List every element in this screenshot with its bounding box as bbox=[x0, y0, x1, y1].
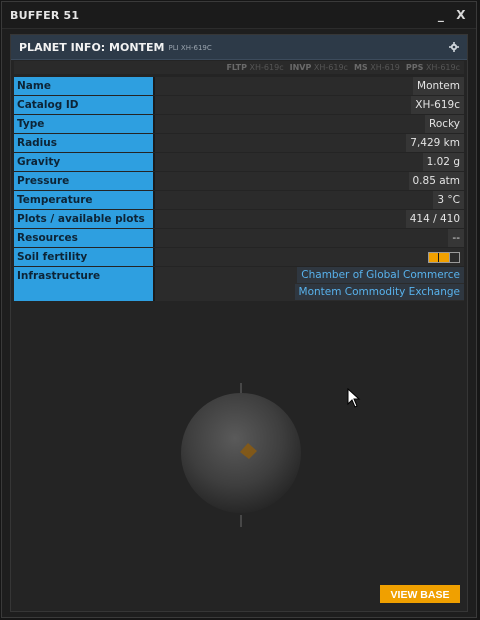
planet-view[interactable] bbox=[11, 303, 467, 593]
panel-header: PLANET INFO: MONTEM PLI XH-619C bbox=[11, 35, 467, 60]
cmd-pps[interactable]: PPS XH-619c bbox=[406, 63, 460, 72]
row-value: Montem bbox=[413, 77, 464, 95]
row-value: -- bbox=[448, 229, 464, 247]
row-value: Rocky bbox=[425, 115, 464, 133]
buffer-window: BUFFER 51 _ X PLANET INFO: MONTEM PLI XH… bbox=[1, 1, 477, 618]
row-label: Soil fertility bbox=[14, 248, 155, 266]
planet-info-panel: PLANET INFO: MONTEM PLI XH-619C FLTP XH-… bbox=[10, 34, 468, 612]
row-label: Name bbox=[14, 77, 155, 95]
row-name: Name Montem bbox=[14, 77, 464, 95]
command-bar: FLTP XH-619c INVP XH-619c MS XH-619 PPS … bbox=[14, 61, 464, 74]
window-title: BUFFER 51 bbox=[10, 8, 80, 22]
row-resources: Resources -- bbox=[14, 229, 464, 247]
panel-title: PLANET INFO: MONTEM bbox=[19, 40, 165, 54]
row-label: Gravity bbox=[14, 153, 155, 171]
row-label: Infrastructure bbox=[14, 267, 155, 301]
window-titlebar[interactable]: BUFFER 51 _ X bbox=[2, 2, 476, 29]
mouse-cursor-icon bbox=[347, 388, 361, 408]
minimize-button[interactable]: _ bbox=[434, 8, 448, 22]
row-label: Temperature bbox=[14, 191, 155, 209]
row-radius: Radius 7,429 km bbox=[14, 134, 464, 152]
view-base-button[interactable]: VIEW BASE bbox=[380, 585, 460, 603]
row-type: Type Rocky bbox=[14, 115, 464, 133]
cmd-fltp[interactable]: FLTP XH-619c bbox=[226, 63, 283, 72]
row-infrastructure: Infrastructure Chamber of Global Commerc… bbox=[14, 267, 464, 301]
infrastructure-link[interactable]: Chamber of Global Commerce bbox=[297, 267, 464, 283]
row-value: 1.02 g bbox=[422, 153, 464, 171]
gear-icon[interactable] bbox=[449, 42, 459, 52]
row-value: 3 °C bbox=[433, 191, 464, 209]
row-label: Catalog ID bbox=[14, 96, 155, 114]
row-value: 7,429 km bbox=[406, 134, 464, 152]
soil-fertility-meter bbox=[428, 251, 460, 263]
row-label: Radius bbox=[14, 134, 155, 152]
planet-sphere bbox=[181, 393, 301, 513]
cmd-ms[interactable]: MS XH-619 bbox=[354, 63, 400, 72]
fertility-segment bbox=[429, 252, 439, 262]
fertility-segment bbox=[438, 252, 449, 262]
row-label: Plots / available plots bbox=[14, 210, 155, 228]
row-value: XH-619c bbox=[411, 96, 464, 114]
row-soil-fertility: Soil fertility bbox=[14, 248, 464, 266]
row-value: 414 / 410 bbox=[405, 210, 464, 228]
row-plots: Plots / available plots 414 / 410 bbox=[14, 210, 464, 228]
infrastructure-link[interactable]: Montem Commodity Exchange bbox=[294, 284, 464, 300]
panel-subtitle: PLI XH-619C bbox=[168, 44, 212, 52]
fertility-segment bbox=[448, 252, 459, 262]
planet-canvas bbox=[181, 383, 301, 527]
row-catalog-id: Catalog ID XH-619c bbox=[14, 96, 464, 114]
row-label: Type bbox=[14, 115, 155, 133]
row-pressure: Pressure 0.85 atm bbox=[14, 172, 464, 190]
info-table: Name Montem Catalog ID XH-619c Type Rock… bbox=[14, 77, 464, 301]
row-gravity: Gravity 1.02 g bbox=[14, 153, 464, 171]
row-temperature: Temperature 3 °C bbox=[14, 191, 464, 209]
row-value: 0.85 atm bbox=[408, 172, 464, 190]
cmd-invp[interactable]: INVP XH-619c bbox=[290, 63, 348, 72]
row-label: Resources bbox=[14, 229, 155, 247]
row-label: Pressure bbox=[14, 172, 155, 190]
close-button[interactable]: X bbox=[454, 8, 468, 22]
